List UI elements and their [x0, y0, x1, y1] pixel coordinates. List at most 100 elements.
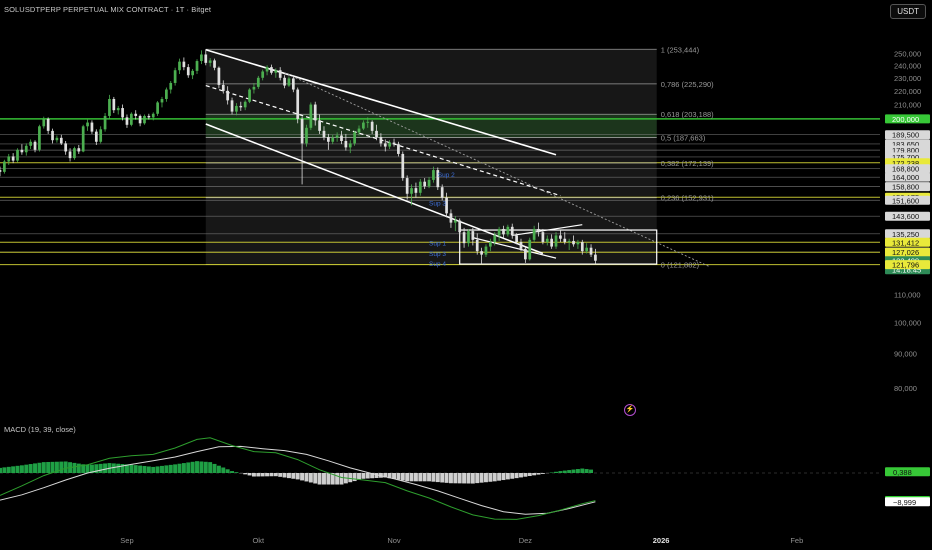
candle-body	[147, 115, 151, 118]
macd-histogram-bar	[230, 471, 235, 473]
macd-histogram-bar	[549, 472, 554, 473]
macd-histogram-bar	[37, 462, 42, 473]
candle-body	[305, 127, 308, 144]
macd-histogram-bar	[41, 462, 46, 473]
candle-body	[0, 170, 2, 172]
candle-body	[348, 143, 352, 148]
candle-body	[383, 143, 387, 147]
candle-body	[397, 144, 400, 154]
candle-body	[221, 84, 225, 91]
price-tick-label: 230,000	[894, 74, 921, 83]
macd-histogram-bar	[361, 473, 366, 479]
candle-body	[90, 122, 94, 132]
candle-body	[449, 213, 453, 223]
candle-body	[541, 232, 545, 243]
candle-body	[239, 105, 243, 108]
macd-histogram-bar	[317, 473, 322, 485]
macd-histogram-bar	[479, 473, 484, 483]
macd-histogram-bar	[2, 467, 7, 473]
candle-body	[392, 142, 396, 145]
macd-histogram-bar	[575, 469, 580, 473]
macd-histogram-bar	[260, 473, 265, 477]
candle-body	[471, 231, 475, 240]
macd-histogram-bar	[304, 473, 309, 482]
candle-body	[467, 231, 470, 244]
candle-body	[160, 98, 164, 103]
candle-body	[283, 77, 286, 86]
macd-histogram-bar	[0, 467, 2, 473]
candle-body	[462, 232, 466, 244]
candle-body	[493, 235, 497, 243]
candle-body	[261, 71, 265, 78]
candle-body	[252, 86, 256, 90]
macd-histogram-bar	[138, 465, 143, 473]
macd-histogram-bar	[413, 473, 418, 482]
price-level-tag-label: 158,800	[892, 183, 919, 192]
lightning-icon[interactable]: ⚡	[624, 404, 636, 416]
macd-histogram-bar	[164, 465, 169, 473]
price-level-tag-label: 151,600	[892, 196, 919, 205]
time-tick-label: Nov	[387, 536, 401, 545]
macd-histogram-bar	[190, 461, 195, 473]
candle-body	[453, 220, 457, 223]
macd-histogram-bar	[33, 463, 37, 473]
macd-histogram-bar	[168, 464, 173, 473]
candle-body	[589, 247, 593, 255]
macd-histogram-bar	[558, 471, 563, 473]
fib-level-label: 0 (121,882)	[661, 260, 700, 269]
candle-body	[537, 228, 540, 233]
time-axis[interactable]: Sep Okt Nov Dez 2026 Feb	[120, 536, 803, 545]
price-axis[interactable]: 250,000 240,000 230,000 220,000 210,000 110,0…	[882, 0, 932, 550]
macd-histogram-bar	[63, 461, 68, 473]
candle-body	[405, 178, 409, 194]
macd-histogram-bar	[59, 461, 64, 473]
fib-level-label: 0,5 (187,663)	[661, 134, 706, 143]
macd-histogram-bar	[208, 462, 213, 473]
chart-canvas[interactable]: 1 (253,444) 0,786 (225,290) 0,618 (203,188…	[0, 0, 932, 550]
candle-body	[195, 61, 199, 71]
macd-histogram-bar	[335, 473, 340, 485]
macd-value-label: 0,388	[893, 468, 912, 477]
macd-histogram-bar	[269, 473, 274, 477]
candle-body	[370, 121, 374, 131]
candle-body	[366, 121, 370, 123]
candle-body	[318, 120, 321, 131]
candle-body	[475, 239, 479, 252]
candle-body	[42, 118, 46, 127]
candle-body	[200, 54, 203, 62]
macd-histogram-bar	[536, 473, 541, 475]
macd-histogram-bar	[523, 473, 528, 477]
macd-histogram-bar	[453, 473, 458, 484]
candle-body	[300, 118, 304, 144]
macd-histogram-bar	[28, 464, 33, 473]
candle-body	[335, 135, 339, 138]
macd-histogram-bar	[291, 473, 296, 479]
candle-body	[7, 156, 11, 162]
macd-histogram-bar	[326, 473, 331, 485]
candle-body	[99, 129, 103, 142]
candle-body	[559, 235, 562, 239]
price-level-tag-label: 189,500	[892, 131, 919, 140]
candle-body	[410, 188, 413, 194]
candle-body	[81, 126, 85, 152]
candle-body	[173, 70, 177, 83]
macd-histogram-bar	[251, 473, 256, 477]
candle-body	[217, 67, 221, 85]
candle-body	[213, 60, 216, 68]
currency-button[interactable]: USDT	[890, 4, 926, 19]
price-level-tag-label: 121,796	[892, 261, 919, 270]
candle-body	[528, 239, 532, 260]
candle-body	[186, 67, 190, 76]
macd-histogram-bar	[173, 464, 178, 473]
macd-histogram-bar	[431, 473, 436, 482]
candle-body	[524, 248, 527, 260]
macd-histogram-bar	[212, 463, 217, 473]
candle-body	[77, 148, 81, 152]
macd-histogram-bar	[160, 465, 164, 473]
candle-body	[287, 78, 291, 86]
candle-body	[414, 188, 418, 193]
candle-body	[510, 226, 514, 236]
macd-histogram-bar	[339, 473, 344, 485]
candle-body	[296, 89, 300, 119]
macd-histogram-bar	[199, 461, 204, 473]
